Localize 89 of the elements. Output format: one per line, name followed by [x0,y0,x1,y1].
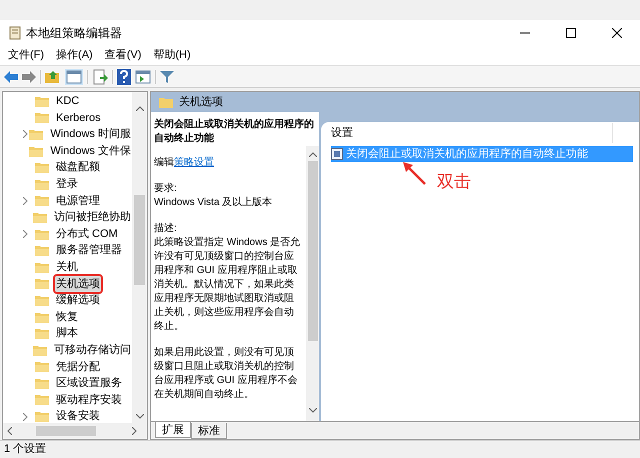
annotation-arrow [401,160,427,186]
policy-title: 关闭会阻止或取消关机的应用程序的自动终止功能 [153,117,315,146]
tree-item[interactable]: 访问被拒绝协助 [53,209,132,226]
menu-item[interactable]: 操作(A) [54,47,95,64]
folder-icon [35,361,49,372]
expand-chevron-icon[interactable] [23,130,28,138]
scroll-left-icon[interactable] [7,427,12,435]
scrollbar-thumb[interactable] [36,426,96,436]
column-header[interactable]: 设置 [331,124,612,143]
folder-icon [159,96,173,108]
scroll-down-icon[interactable] [308,408,316,413]
folder-icon [29,128,44,140]
folder-icon [35,394,49,406]
folder-icon [35,228,49,240]
requirements-label: 要求: [154,182,178,196]
menu-item[interactable]: 帮助(H) [151,47,193,64]
filter-icon[interactable] [160,70,174,84]
tree-item[interactable]: 关机选项 [55,276,101,292]
tree-item[interactable]: 脚本 [55,325,79,342]
tree-item[interactable]: 凭据分配 [55,358,101,376]
tree-item[interactable]: Windows 文件保 [49,142,132,160]
annotation-label: 双击 [437,170,471,192]
folder-icon [35,328,49,340]
menu-item[interactable]: 查看(V) [102,47,144,64]
window-title: 本地组策略编辑器 [26,25,122,42]
folder-icon [35,245,49,256]
scroll-right-icon[interactable] [132,427,137,435]
vertical-scrollbar[interactable] [132,92,147,423]
tree-item[interactable]: 电源管理 [55,192,101,210]
policy-settings-link[interactable]: 策略设置 [174,156,214,170]
edit-label: 编辑 [154,156,174,170]
description-paragraph: 如果启用此设置，则没有可见顶级窗口且阻止或取消关机的控制台应用程序或 GUI 应用程序不会在关机期间自动终止。 [154,346,298,402]
scrollbar-thumb[interactable] [134,195,145,285]
horizontal-scrollbar[interactable] [3,423,147,439]
expand-chevron-icon[interactable] [23,196,28,205]
panel-title: 关机选项 [179,94,223,110]
tree-item[interactable]: 区域设置服务 [55,375,123,392]
folder-icon [35,294,49,306]
folder-icon [35,112,49,124]
tree-item[interactable]: 恢复 [55,308,79,326]
expand-chevron-icon[interactable] [23,412,28,421]
tab[interactable]: 扩展 [155,422,191,438]
folder-icon [35,378,49,389]
folder-icon [33,212,47,223]
tree-item[interactable]: 可移动存储访问 [53,342,132,358]
folder-icon [35,178,49,190]
tree-item[interactable]: 缓解选项 [55,292,101,309]
scroll-up-icon[interactable] [136,106,144,111]
folder-icon [35,411,49,422]
scrollbar-thumb[interactable] [308,161,318,341]
tree-item[interactable]: 服务器管理器 [55,242,123,259]
menu-item[interactable]: 文件(F) [6,47,46,64]
status-text: 1 个设置 [4,442,46,458]
folder-icon [33,344,47,356]
folder-icon [35,278,49,290]
folder-icon [35,195,49,206]
tree-item[interactable]: 登录 [55,176,79,193]
properties-pane-icon[interactable] [135,70,151,84]
forward-arrow-icon[interactable] [22,70,36,82]
back-arrow-icon[interactable] [4,70,18,82]
folder-icon [35,262,49,273]
scroll-up-icon[interactable] [308,152,316,157]
description-label: 描述: [154,222,178,236]
folder-icon [35,162,49,174]
folder-icon [29,146,44,157]
folder-icon [35,312,49,323]
vertical-scrollbar[interactable] [306,146,319,421]
console-tree-icon[interactable] [65,68,83,84]
tree-item[interactable]: KDC [55,93,80,110]
tree-item[interactable]: 关机 [55,258,79,276]
maximize-icon [566,28,576,38]
folder-up-icon[interactable] [45,70,61,84]
tree-item[interactable]: 分布式 COM [55,226,119,242]
tree-item[interactable]: 设备安装 [55,408,101,423]
export-list-icon[interactable] [92,68,108,84]
help-icon[interactable] [117,68,131,84]
scroll-down-icon[interactable] [136,414,144,419]
expand-chevron-icon[interactable] [23,230,28,238]
close-icon [612,28,622,38]
tree-item[interactable]: 驱动程序安装 [55,392,123,408]
policy-icon [331,148,343,160]
description-paragraph: 此策略设置指定 Windows 是否允许没有可见顶级窗口的控制台应用程序和 GUI 应用程序阻止或取消关机。默认情况下，如果此类应用程序无限期地试图取消或阻止关机，则这些应用程序会自动终止。 [154,236,302,334]
app-icon [8,26,22,40]
tab[interactable]: 标准 [191,423,227,439]
tree-item[interactable]: 磁盘配额 [55,159,101,176]
tree-item[interactable]: Kerberos [55,110,102,126]
tree-item[interactable]: Windows 时间服 [49,126,132,143]
requirements-text: Windows Vista 及以上版本 [154,196,274,210]
folder-icon [35,96,49,107]
